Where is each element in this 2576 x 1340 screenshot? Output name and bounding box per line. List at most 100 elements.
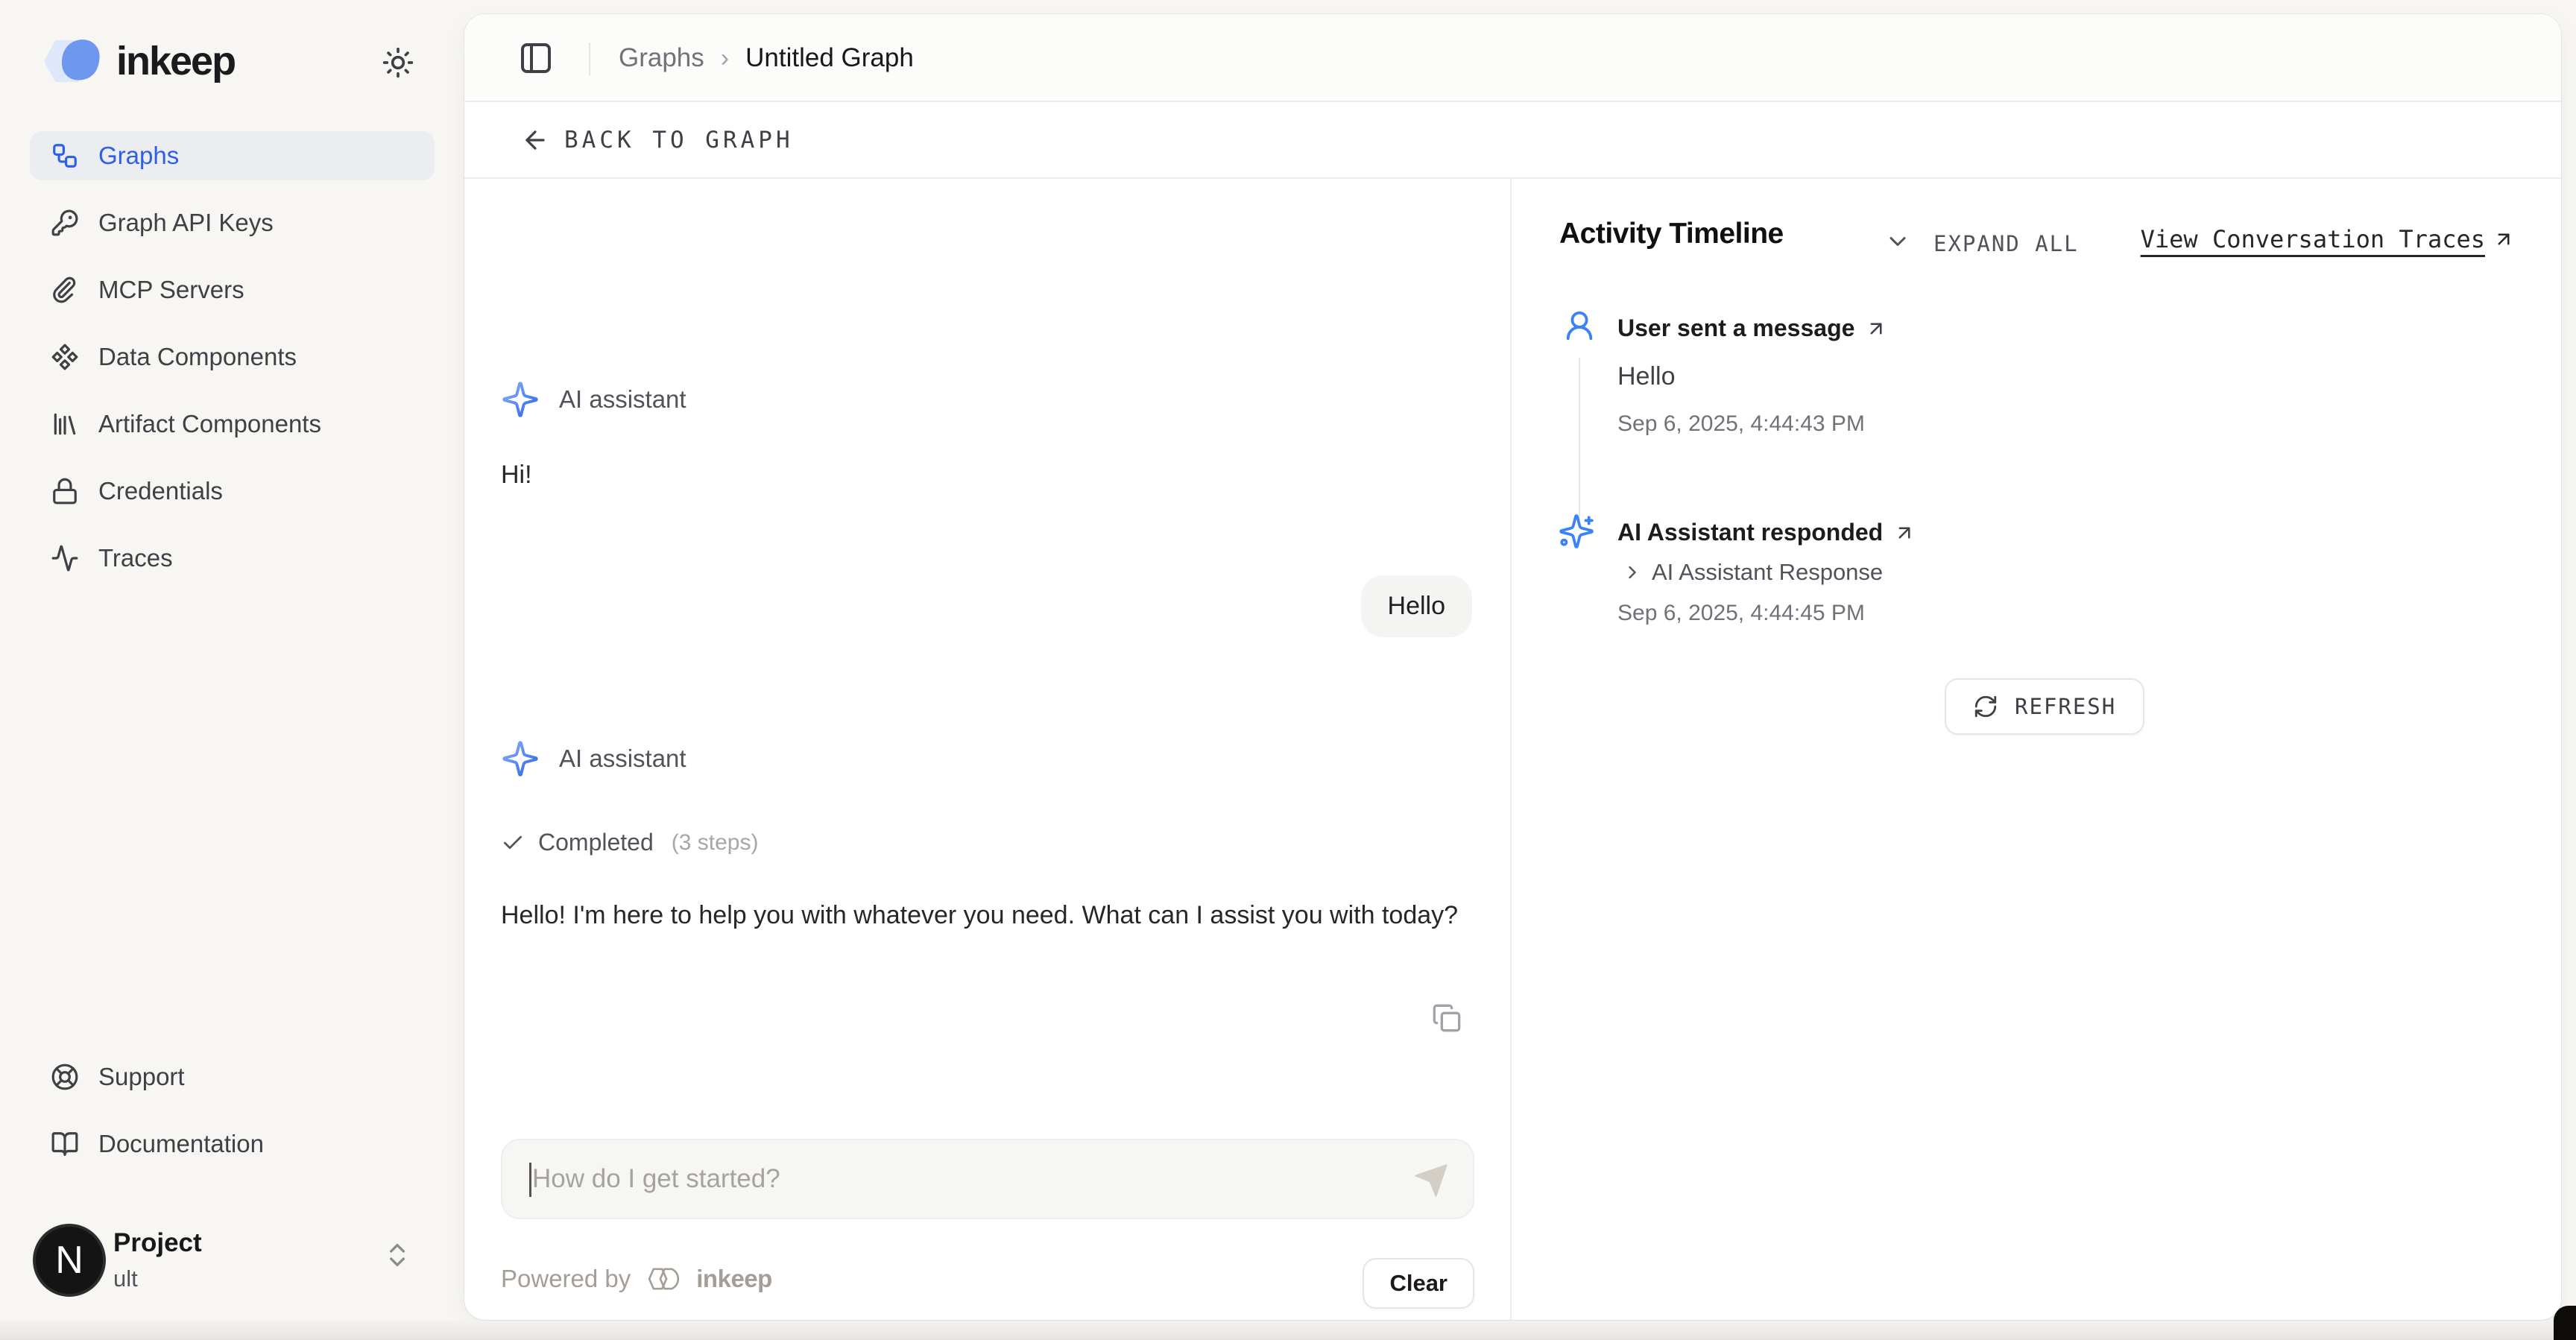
assistant-name-label: AI assistant <box>559 385 686 414</box>
arrow-up-right-icon <box>2493 228 2515 250</box>
breadcrumb-graphs-link[interactable]: Graphs <box>619 43 704 73</box>
activity-icon <box>51 544 79 572</box>
sidebar-item-label: Support <box>98 1063 185 1091</box>
sidebar: inkeep Graphs <box>0 0 464 1340</box>
timeline-event-title[interactable]: User sent a message <box>1617 315 1887 342</box>
theme-toggle-button[interactable] <box>377 42 419 83</box>
key-icon <box>51 209 79 237</box>
sidebar-item-artifact-components[interactable]: Artifact Components <box>30 399 435 449</box>
background-window-corner <box>2554 1306 2576 1340</box>
timeline-title: Activity Timeline <box>1559 218 1784 250</box>
sidebar-item-label: Graph API Keys <box>98 209 274 237</box>
sparkles-icon <box>1558 513 1595 550</box>
back-to-graph-button[interactable]: BACK TO GRAPH <box>521 126 794 154</box>
project-subtitle: ult <box>113 1265 138 1292</box>
chat-footer: Powered by inkeep Clear <box>501 1258 1474 1310</box>
sidebar-nav: Graphs Graph API Keys MCP Servers <box>30 131 435 601</box>
chat-input-container <box>501 1139 1474 1219</box>
sparkles-icon <box>501 739 540 778</box>
window-bottom-edge <box>0 1321 2576 1340</box>
timeline-event-timestamp: Sep 6, 2025, 4:44:43 PM <box>1617 411 1865 437</box>
activity-timeline-panel: Activity Timeline EXPAND ALL View Conver… <box>1513 179 2561 1320</box>
timeline-event-timestamp: Sep 6, 2025, 4:44:45 PM <box>1617 601 1865 626</box>
sidebar-item-label: MCP Servers <box>98 276 244 304</box>
sidebar-item-label: Documentation <box>98 1130 264 1158</box>
expander-label: AI Assistant Response <box>1652 559 1883 586</box>
inkeep-logo-icon <box>39 33 106 89</box>
send-icon <box>1412 1161 1450 1200</box>
powered-brand-label: inkeep <box>696 1265 772 1293</box>
sidebar-collapse-button[interactable] <box>517 39 555 78</box>
expand-all-button[interactable]: EXPAND ALL <box>1933 231 2079 256</box>
main-panel: Graphs › Untitled Graph BACK TO GRAPH <box>464 14 2561 1320</box>
workflow-icon <box>51 142 79 170</box>
user-icon <box>1562 309 1597 343</box>
sidebar-item-mcp-servers[interactable]: MCP Servers <box>30 265 435 315</box>
inkeep-dashboard: inkeep Graphs <box>0 0 2576 1340</box>
book-open-icon <box>51 1130 79 1158</box>
assistant-name-label: AI assistant <box>559 745 686 773</box>
chevrons-up-down-icon <box>382 1240 412 1270</box>
breadcrumb-chevron: › <box>721 44 729 73</box>
logo-wordmark: inkeep <box>116 38 235 84</box>
clear-button-label: Clear <box>1389 1270 1448 1297</box>
breadcrumb-bar: Graphs › Untitled Graph <box>464 14 2561 102</box>
sidebar-item-data-components[interactable]: Data Components <box>30 332 435 382</box>
sidebar-item-graphs[interactable]: Graphs <box>30 131 435 180</box>
sidebar-item-label: Data Components <box>98 343 297 371</box>
assistant-response-expander[interactable]: AI Assistant Response <box>1622 559 1883 586</box>
completion-status[interactable]: Completed (3 steps) <box>501 829 758 856</box>
inkeep-mark-icon <box>643 1264 684 1294</box>
breadcrumb-current-page: Untitled Graph <box>745 43 914 73</box>
clear-button[interactable]: Clear <box>1363 1258 1474 1309</box>
status-steps-count: (3 steps) <box>672 830 759 856</box>
view-conversation-traces-link[interactable]: View Conversation Traces <box>2141 225 2515 253</box>
refresh-icon <box>1973 694 1998 719</box>
assistant-message-header: AI assistant <box>501 739 686 778</box>
chevron-right-icon <box>1622 562 1643 583</box>
chat-message-input[interactable] <box>532 1140 1374 1218</box>
arrow-left-icon <box>521 126 549 154</box>
panel-left-icon <box>518 40 554 76</box>
sidebar-item-support[interactable]: Support <box>30 1052 435 1102</box>
paperclip-icon <box>51 276 79 304</box>
sidebar-item-label: Artifact Components <box>98 410 321 438</box>
life-buoy-icon <box>51 1063 79 1091</box>
sun-icon <box>382 46 414 79</box>
sidebar-item-label: Traces <box>98 544 173 572</box>
status-label: Completed <box>538 829 654 856</box>
lock-icon <box>51 477 79 505</box>
chat-preview-panel: AI assistant Hi! Hello AI assistant <box>464 179 1512 1320</box>
back-to-graph-label: BACK TO GRAPH <box>564 127 794 154</box>
copy-button[interactable] <box>1426 997 1468 1039</box>
refresh-button[interactable]: REFRESH <box>1945 678 2144 735</box>
sidebar-item-traces[interactable]: Traces <box>30 534 435 583</box>
assistant-message-2: Hello! I'm here to help you with whateve… <box>501 896 1470 935</box>
event-title-label: User sent a message <box>1617 315 1854 342</box>
send-button[interactable] <box>1410 1160 1452 1201</box>
timeline-connector-line <box>1579 358 1580 520</box>
component-icon <box>51 343 79 371</box>
sidebar-item-credentials[interactable]: Credentials <box>30 467 435 516</box>
copy-icon <box>1432 1003 1462 1033</box>
sidebar-item-label: Graphs <box>98 142 179 170</box>
powered-by-label: Powered by <box>501 1265 631 1293</box>
breadcrumb: Graphs › Untitled Graph <box>619 14 914 102</box>
sidebar-item-graph-api-keys[interactable]: Graph API Keys <box>30 198 435 247</box>
toolbar: BACK TO GRAPH <box>464 102 2561 179</box>
project-selector[interactable]: N Project ult <box>30 1215 442 1312</box>
library-icon <box>51 410 79 438</box>
chevron-down-icon[interactable] <box>1884 228 1911 255</box>
project-name: Project <box>113 1228 202 1258</box>
sidebar-item-label: Credentials <box>98 477 223 505</box>
refresh-label: REFRESH <box>2015 694 2116 719</box>
text-caret <box>529 1163 531 1197</box>
sidebar-footer-nav: Support Documentation <box>30 1052 435 1186</box>
view-traces-label: View Conversation Traces <box>2141 225 2485 253</box>
inkeep-logo[interactable]: inkeep <box>39 33 235 89</box>
assistant-message-1: Hi! <box>501 461 532 490</box>
check-icon <box>501 831 525 855</box>
timeline-event-body: Hello <box>1617 362 1675 391</box>
sidebar-item-documentation[interactable]: Documentation <box>30 1119 435 1169</box>
timeline-event-title[interactable]: AI Assistant responded <box>1617 519 1916 546</box>
